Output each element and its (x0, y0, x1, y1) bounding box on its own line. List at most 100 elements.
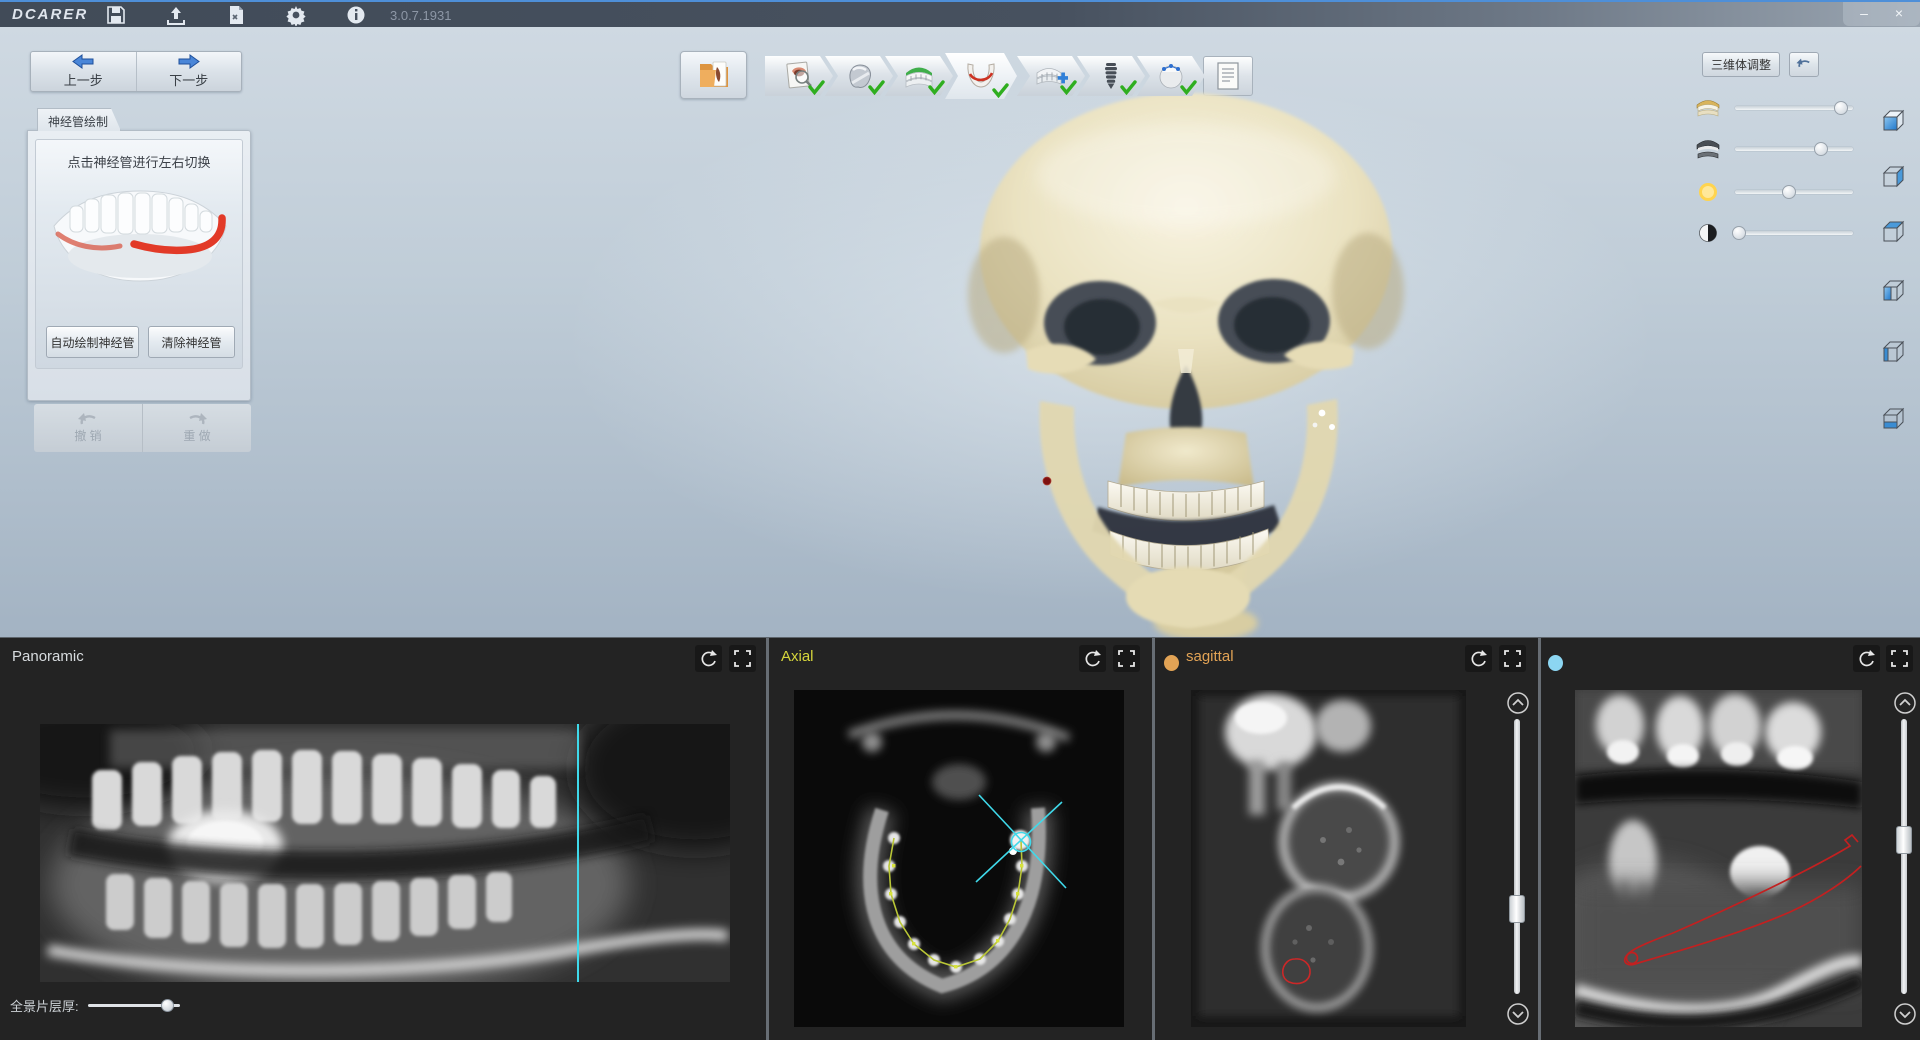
main-3d-stage[interactable]: 上一步 下一步 神经管绘制 点击神经管进行左右切换 (0, 27, 1920, 637)
cross-scroll-up-button[interactable] (1893, 691, 1917, 715)
view-cube-bottom[interactable] (1879, 405, 1907, 433)
axial-fullscreen-button[interactable] (1113, 645, 1140, 672)
settings-gear-icon[interactable] (285, 4, 307, 26)
sagittal-scroll-thumb[interactable] (1509, 895, 1525, 923)
volume-adjust-button[interactable]: 三维体调整 (1702, 52, 1780, 77)
auto-draw-nerve-button[interactable]: 自动绘制神经管 (46, 326, 139, 358)
sagittal-reset-button[interactable] (1465, 645, 1492, 672)
nerve-canal-preview-image[interactable] (46, 184, 234, 289)
view-cube-front-left[interactable] (1879, 277, 1907, 305)
sagittal-title: sagittal (1186, 648, 1234, 665)
cube-bottom-icon (1879, 405, 1907, 433)
panel-divider (1152, 638, 1155, 1040)
sagittal-slice-dot (1164, 655, 1179, 671)
gear-icon (285, 4, 307, 26)
app-logo: DCARER (12, 6, 88, 23)
sagittal-ct-image[interactable] (1191, 690, 1466, 1027)
undo-small-icon (1795, 56, 1813, 71)
minimize-button[interactable]: – (1851, 3, 1877, 24)
contrast-icon (1694, 219, 1722, 247)
export-icon[interactable] (165, 4, 187, 26)
fullscreen-icon (1890, 649, 1909, 668)
dcarer-implant-planning-app: DCARER 3.0.7.1931 – × 上一步 (0, 0, 1920, 1040)
sagittal-scroll-up-button[interactable] (1506, 691, 1530, 715)
workflow-step-scan-review[interactable] (765, 56, 833, 96)
upper-lower-jaw-opacity-icon (1694, 94, 1722, 122)
reset-view-icon (699, 649, 718, 668)
slice-thickness-slider[interactable] (88, 1004, 180, 1007)
cross-section-ct-image[interactable] (1575, 690, 1862, 1027)
slice-thickness-thumb[interactable] (161, 999, 174, 1012)
panoramic-reset-button[interactable] (695, 645, 722, 672)
chevron-up-circle-icon (1506, 691, 1530, 715)
undo-button[interactable]: 撤 销 (34, 404, 142, 452)
brightness-icon (1694, 178, 1722, 206)
view-cube-front[interactable] (1879, 107, 1907, 135)
panoramic-xray-image[interactable] (40, 724, 730, 982)
open-case-folder-button[interactable] (680, 51, 747, 99)
view-cube-left[interactable] (1879, 338, 1907, 366)
undo-arrow-icon (76, 412, 100, 427)
cross-scroll-down-button[interactable] (1893, 1002, 1917, 1026)
nerve-marker-dot[interactable] (1043, 477, 1051, 485)
sagittal-scrollbar[interactable] (1514, 719, 1520, 994)
sagittal-scroll-down-button[interactable] (1506, 1002, 1530, 1026)
redo-button[interactable]: 重 做 (142, 404, 251, 452)
floppy-icon (105, 4, 127, 26)
cube-front-icon (1879, 107, 1907, 135)
previous-step-button[interactable]: 上一步 (31, 52, 136, 91)
report-file-icon[interactable] (225, 4, 247, 26)
brightness-slider[interactable] (1735, 190, 1853, 194)
open-case-folder-icon (697, 58, 731, 92)
title-bar: DCARER 3.0.7.1931 – × (0, 0, 1920, 27)
contrast-slider[interactable] (1735, 231, 1853, 235)
close-button[interactable]: × (1885, 3, 1913, 24)
clear-nerve-button[interactable]: 清除神经管 (148, 326, 235, 358)
next-step-button[interactable]: 下一步 (136, 52, 242, 91)
slider-row-contrast (1694, 219, 1859, 247)
nerve-canal-panel: 点击神经管进行左右切换 自动绘制神经管 清除神经管 (27, 130, 251, 401)
cross-scrollbar[interactable] (1901, 719, 1907, 994)
cross-scroll-thumb[interactable] (1896, 826, 1912, 854)
sagittal-fullscreen-button[interactable] (1499, 645, 1526, 672)
arrow-right-icon (177, 54, 201, 69)
redo-label: 重 做 (183, 427, 210, 444)
slider-thumb[interactable] (1732, 226, 1746, 240)
nerve-panel-body: 点击神经管进行左右切换 自动绘制神经管 清除神经管 (35, 139, 243, 369)
axial-ct-image[interactable] (794, 690, 1124, 1027)
redo-arrow-icon (185, 412, 209, 427)
cross-fullscreen-button[interactable] (1886, 645, 1913, 672)
axial-reset-button[interactable] (1079, 645, 1106, 672)
slider-thumb[interactable] (1782, 185, 1796, 199)
document-icon (225, 4, 247, 26)
reset-view-icon (1469, 649, 1488, 668)
save-icon[interactable] (105, 4, 127, 26)
lower-jaw-opacity-slider[interactable] (1735, 147, 1853, 151)
cube-front-left-icon (1879, 277, 1907, 305)
nerve-panel-tab[interactable]: 神经管绘制 (37, 108, 121, 131)
info-icon[interactable] (345, 4, 367, 26)
next-step-label: 下一步 (169, 70, 208, 89)
upper-jaw-opacity-slider[interactable] (1735, 106, 1853, 110)
chevron-up-circle-icon (1893, 691, 1917, 715)
panoramic-title: Panoramic (12, 648, 84, 665)
fullscreen-icon (1117, 649, 1136, 668)
cube-right-icon (1879, 163, 1907, 191)
slider-row-upper-jaw (1694, 94, 1859, 122)
view-cube-right[interactable] (1879, 163, 1907, 191)
axial-title: Axial (781, 648, 814, 665)
window-controls: – × (1843, 2, 1920, 26)
panoramic-fullscreen-button[interactable] (729, 645, 756, 672)
cross-section-dot (1548, 655, 1563, 671)
reset-adjust-button[interactable] (1789, 52, 1819, 77)
chevron-down-circle-icon (1506, 1002, 1530, 1026)
cross-reset-button[interactable] (1853, 645, 1880, 672)
slider-row-lower-jaw (1694, 135, 1859, 163)
slider-thumb[interactable] (1814, 142, 1828, 156)
previous-step-label: 上一步 (64, 70, 103, 89)
panel-divider (1538, 638, 1541, 1040)
view-cube-top[interactable] (1879, 218, 1907, 246)
skull-3d-volume-render[interactable] (930, 83, 1450, 639)
export-arrow-icon (165, 4, 187, 26)
slider-thumb[interactable] (1834, 101, 1848, 115)
